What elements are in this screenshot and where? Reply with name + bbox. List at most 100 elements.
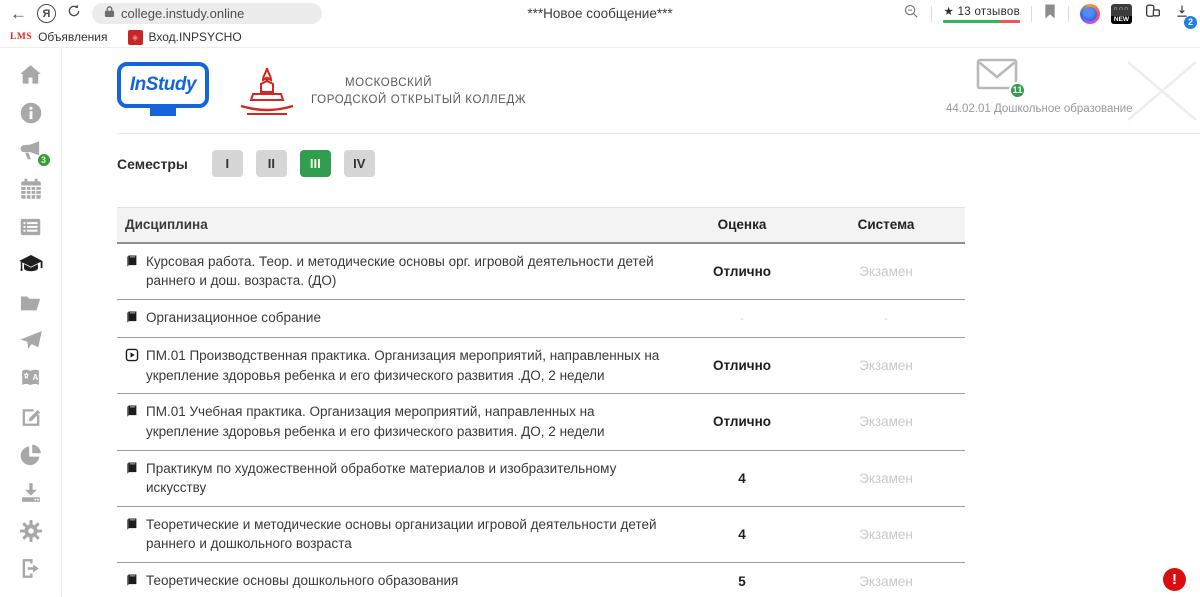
grade-cell: 5 [677, 563, 807, 597]
discipline-name: ПМ.01 Учебная практика. Организация меро… [146, 402, 669, 441]
downloads-button[interactable]: 2 [1174, 3, 1190, 25]
column-discipline: Дисциплина [117, 208, 677, 242]
grade-cell: Отлично [677, 244, 807, 299]
browser-window: ← Я college.instudy.online ***Новое сооб… [0, 0, 1200, 597]
main-content: InStudy МОСКОВСКИЙ ГОРОДСКОЙ ОТКРЫТЫЙ КО… [62, 48, 1200, 597]
sidebar-item-edit[interactable] [15, 402, 47, 431]
book-icon [125, 254, 139, 274]
system-cell: - [807, 300, 965, 338]
semesters-section: Семестры IIIIIIIV [117, 150, 1200, 177]
sidebar-item-files[interactable] [15, 288, 47, 317]
sidebar-item-statistics[interactable] [15, 440, 47, 469]
refresh-button[interactable] [66, 3, 82, 24]
inpsycho-favicon: ◈ [128, 30, 143, 45]
book-icon [125, 573, 139, 593]
divider [1068, 6, 1069, 22]
discipline-name: Теоретические основы дошкольного образов… [146, 571, 458, 591]
bookmark-announcements[interactable]: LMS Объявления [10, 30, 108, 44]
collections-extension-icon[interactable] [1143, 2, 1163, 26]
system-cell: Экзамен [807, 338, 965, 393]
grade-cell: Отлично [677, 338, 807, 393]
alert-icon[interactable]: ! [1163, 568, 1186, 591]
table-row[interactable]: ПМ.01 Производственная практика. Организ… [117, 338, 965, 394]
sidebar-item-messages[interactable] [15, 326, 47, 355]
system-cell: Экзамен [807, 394, 965, 449]
svg-text:A: A [33, 373, 39, 382]
semester-button-III[interactable]: III [300, 150, 331, 177]
discipline-name: ПМ.01 Производственная практика. Организ… [146, 346, 669, 385]
sidebar-item-home[interactable] [15, 60, 47, 89]
table-header: Дисциплина Оценка Система [117, 207, 965, 244]
grade-cell: 4 [677, 507, 807, 562]
system-cell: Экзамен [807, 451, 965, 506]
sidebar-item-logout[interactable] [15, 554, 47, 583]
announcements-badge: 3 [37, 153, 51, 167]
semester-button-IV[interactable]: IV [344, 150, 375, 177]
table-row[interactable]: Теоретические основы дошкольного образов… [117, 563, 965, 597]
semesters-label: Семестры [117, 156, 188, 172]
zoom-icon[interactable] [903, 3, 920, 25]
page-header: InStudy МОСКОВСКИЙ ГОРОДСКОЙ ОТКРЫТЫЙ КО… [117, 58, 1200, 134]
discipline-name: Курсовая работа. Теор. и методические ос… [146, 252, 669, 291]
table-row[interactable]: ПМ.01 Учебная практика. Организация меро… [117, 394, 965, 450]
table-row[interactable]: Курсовая работа. Теор. и методические ос… [117, 244, 965, 300]
sidebar-item-downloads[interactable] [15, 478, 47, 507]
address-bar[interactable]: college.instudy.online [92, 3, 322, 24]
browser-toolbar: ← Я college.instudy.online ***Новое сооб… [0, 0, 1200, 27]
system-cell: Экзамен [807, 507, 965, 562]
table-row[interactable]: Теоретические и методические основы орга… [117, 507, 965, 563]
book-icon [125, 517, 139, 537]
grade-cell: 4 [677, 451, 807, 506]
yandex-browser-icon[interactable]: Я [37, 4, 56, 23]
semester-button-II[interactable]: II [256, 150, 287, 177]
book-icon [125, 310, 139, 330]
discipline-name: Организационное собрание [146, 308, 321, 328]
divider [931, 6, 932, 22]
sidebar-item-education[interactable] [15, 250, 47, 279]
sidebar-item-info[interactable] [15, 98, 47, 127]
system-cell: Экзамен [807, 563, 965, 597]
reviews-rating-bar [943, 20, 1020, 23]
table-row[interactable]: Практикум по художественной обработке ма… [117, 451, 965, 507]
grade-cell: Отлично [677, 394, 807, 449]
grades-table: Дисциплина Оценка Система [117, 207, 965, 597]
semester-button-I[interactable]: I [212, 150, 243, 177]
close-icon[interactable] [1124, 58, 1200, 129]
reviews-button[interactable]: ★ 13 отзывов [943, 4, 1020, 23]
back-button[interactable]: ← [10, 5, 27, 22]
sidebar: 3 A [0, 48, 62, 597]
sidebar-item-settings[interactable] [15, 516, 47, 545]
downloads-badge: 2 [1184, 16, 1197, 29]
table-row[interactable]: Организационное собрание - - [117, 300, 965, 339]
mail-button[interactable]: 11 [976, 58, 1018, 95]
sidebar-item-translate[interactable]: A [15, 364, 47, 393]
system-cell: Экзамен [807, 244, 965, 299]
grade-cell: - [677, 300, 807, 338]
sidebar-item-calendar[interactable] [15, 174, 47, 203]
book-icon [125, 404, 139, 424]
new-extension-icon[interactable]: ∩∩∩ NEW [1111, 4, 1132, 24]
bookmarks-bar: LMS Объявления ◈ Вход.INPSYCHO [0, 27, 1200, 48]
lock-icon [104, 5, 115, 23]
browser-extension-icon[interactable] [1080, 4, 1100, 24]
discipline-name: Практикум по художественной обработке ма… [146, 459, 669, 498]
instudy-logo: InStudy [117, 62, 209, 108]
bookmark-icon[interactable] [1043, 3, 1057, 25]
semester-buttons: IIIIIIIV [212, 150, 375, 177]
bookmark-inpsycho[interactable]: ◈ Вход.INPSYCHO [128, 30, 242, 45]
mail-badge: 11 [1009, 82, 1026, 99]
college-name: МОСКОВСКИЙ ГОРОДСКОЙ ОТКРЫТЫЙ КОЛЛЕДЖ [311, 75, 526, 108]
column-grade: Оценка [677, 208, 807, 242]
url-text: college.instudy.online [121, 6, 244, 21]
divider [1031, 6, 1032, 22]
sidebar-item-announcements[interactable]: 3 [15, 136, 47, 165]
book-icon [125, 461, 139, 481]
table-body: Курсовая работа. Теор. и методические ос… [117, 244, 965, 597]
kremlin-tower-icon [231, 64, 303, 120]
college-logo: МОСКОВСКИЙ ГОРОДСКОЙ ОТКРЫТЫЙ КОЛЛЕДЖ [231, 64, 526, 120]
discipline-name: Теоретические и методические основы орга… [146, 515, 669, 554]
sidebar-item-journal[interactable] [15, 212, 47, 241]
play-icon [125, 348, 139, 368]
lms-favicon: LMS [10, 32, 32, 42]
column-system: Система [807, 208, 965, 242]
